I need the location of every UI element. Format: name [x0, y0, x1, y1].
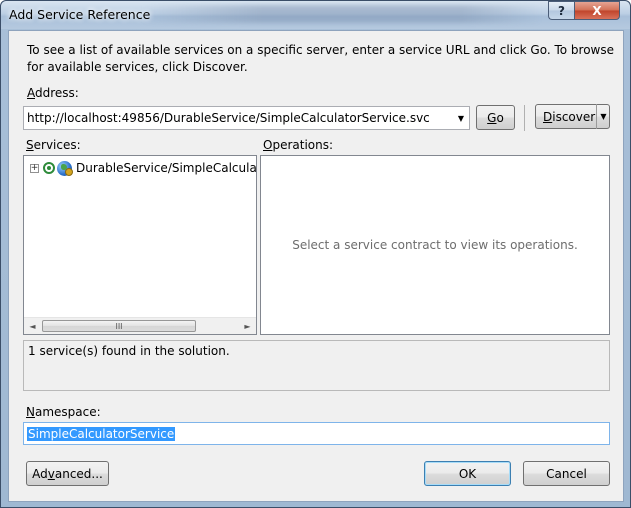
add-service-reference-dialog: Add Service Reference ? X To see a list … [0, 0, 631, 508]
go-button[interactable]: Go [476, 105, 515, 130]
scrollbar-thumb[interactable]: III [42, 320, 196, 332]
intro-text: To see a list of available services on a… [27, 43, 615, 74]
status-area: 1 service(s) found in the solution. [23, 340, 610, 391]
address-combobox[interactable]: http://localhost:49856/DurableService/Si… [23, 106, 470, 130]
status-text: 1 service(s) found in the solution. [28, 344, 230, 358]
namespace-selected-text: SimpleCalculatorService [27, 426, 176, 441]
toolbar-separator [524, 105, 525, 131]
operations-label: Operations: [263, 138, 334, 152]
operations-empty-message: Select a service contract to view its op… [292, 238, 578, 252]
address-dropdown-arrow-icon[interactable]: ▼ [455, 111, 467, 125]
dialog-body: To see a list of available services on a… [8, 30, 624, 502]
namespace-input[interactable]: SimpleCalculatorService [23, 422, 610, 445]
cancel-button[interactable]: Cancel [523, 461, 610, 486]
ok-button[interactable]: OK [424, 461, 511, 486]
operations-list[interactable]: Select a service contract to view its op… [260, 155, 610, 335]
close-button[interactable]: X [574, 1, 620, 20]
services-label: Services: [26, 138, 81, 152]
scroll-grip-icon: III [115, 321, 123, 331]
advanced-button[interactable]: Ad v anced... [26, 461, 109, 486]
help-icon: ? [558, 3, 565, 18]
services-horizontal-scrollbar[interactable]: ◄ III ► [24, 317, 256, 334]
address-input[interactable]: http://localhost:49856/DurableService/Si… [27, 111, 430, 125]
close-icon: X [592, 3, 602, 18]
namespace-label: Namespace: [26, 405, 101, 419]
discover-dropdown-arrow-icon[interactable]: ▼ [596, 104, 610, 129]
scroll-right-arrow-icon[interactable]: ► [239, 318, 256, 334]
tree-item-durable-service[interactable]: + DurableService/SimpleCalculatorService [30, 160, 257, 176]
web-service-globe-icon [57, 160, 73, 176]
address-label: Address: [27, 86, 79, 100]
service-endpoint-icon [43, 162, 55, 174]
title-bar-background-blur [141, 5, 541, 23]
scroll-left-arrow-icon[interactable]: ◄ [24, 318, 41, 334]
title-bar[interactable]: Add Service Reference ? X [1, 1, 630, 29]
window-title: Add Service Reference [9, 7, 151, 22]
gear-badge-icon [65, 167, 73, 176]
tree-item-label: DurableService/SimpleCalculatorService [76, 161, 257, 175]
expand-icon[interactable]: + [30, 163, 39, 173]
services-tree[interactable]: + DurableService/SimpleCalculatorService… [23, 155, 257, 335]
help-button[interactable]: ? [548, 1, 574, 20]
